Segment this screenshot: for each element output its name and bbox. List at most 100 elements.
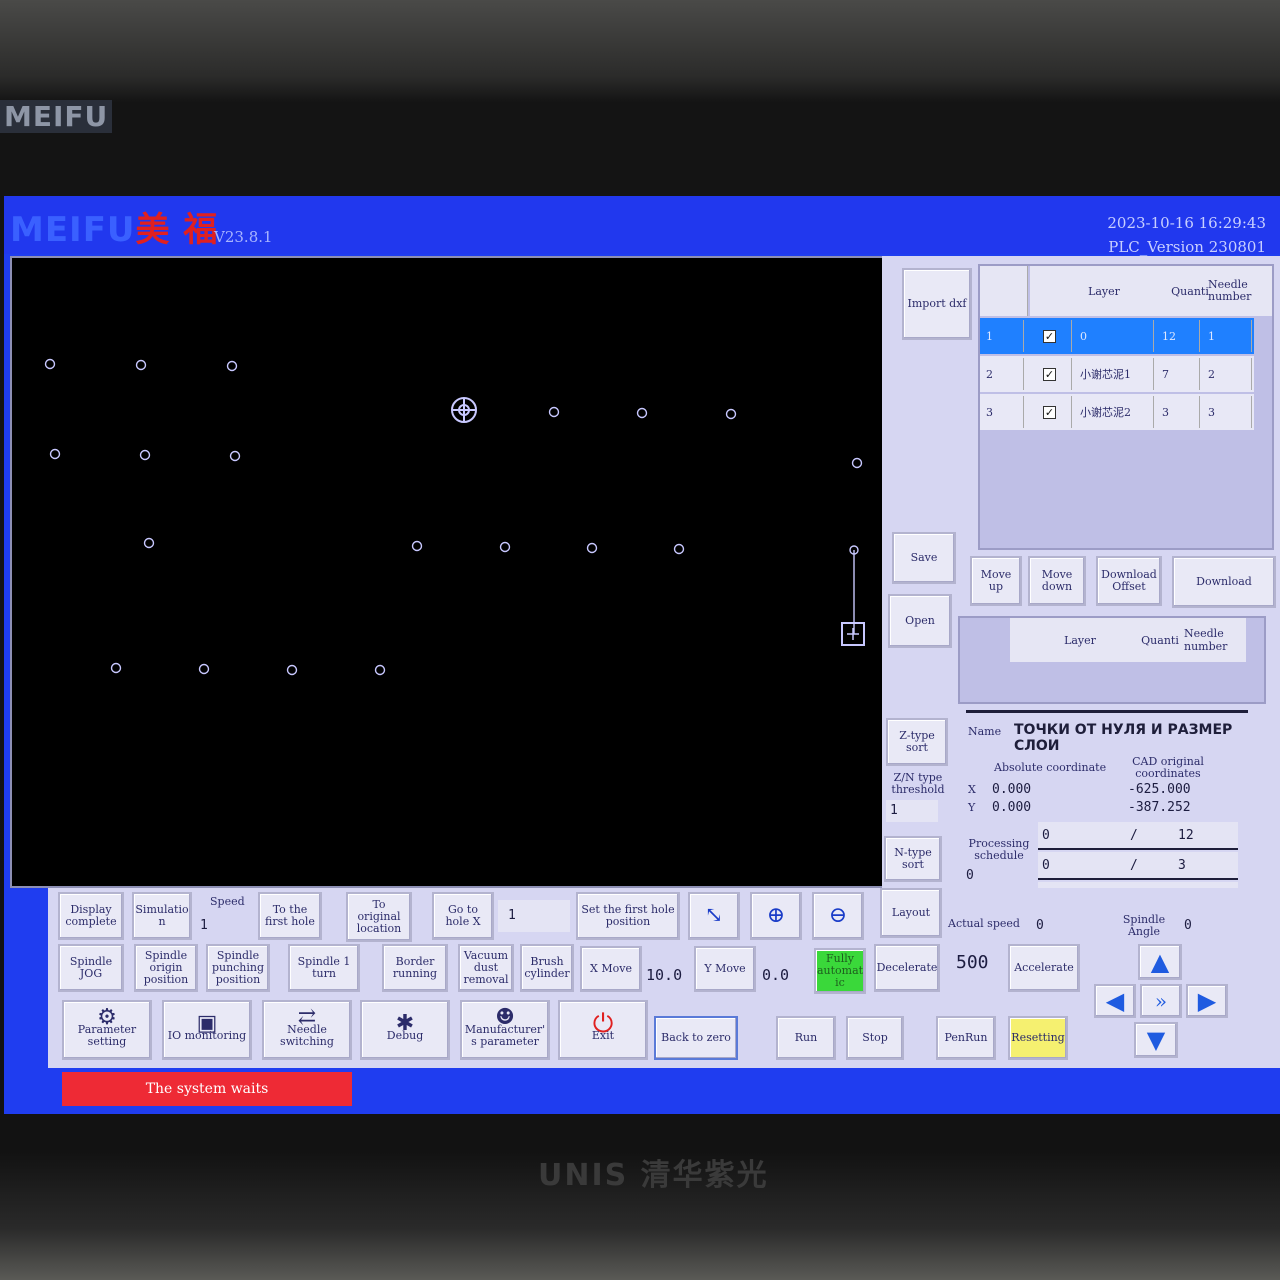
simulation-button[interactable]: Simulatio n: [132, 892, 192, 940]
manufacturer-parameter-button[interactable]: ☻ Manufacturer' s parameter: [460, 1000, 550, 1060]
row-needle: 1: [1202, 320, 1252, 352]
debug-button[interactable]: ✱ Debug: [360, 1000, 450, 1060]
hole-mark: [110, 662, 122, 674]
fully-automatic-button[interactable]: Fully automat ic: [814, 948, 866, 994]
row-layer-text: 小谢芯泥1: [1080, 368, 1131, 381]
zoom-in-icon[interactable]: ⊕: [750, 892, 802, 940]
spindle-turn-button[interactable]: Spindle 1 turn: [288, 944, 360, 992]
row-checkbox-text: ✓: [1043, 329, 1056, 343]
row-index-text: 2: [986, 367, 993, 381]
schedule-value: 0: [966, 868, 974, 883]
open-button[interactable]: Open: [888, 594, 952, 648]
hole-mark: [49, 448, 61, 460]
accelerate-button[interactable]: Accelerate: [1008, 944, 1080, 992]
brush-cylinder-button[interactable]: Brush cylinder: [520, 944, 574, 992]
run-button[interactable]: Run: [776, 1016, 836, 1060]
drawing-canvas[interactable]: [10, 256, 892, 888]
cad-coordinate-label: CAD original coordinates: [1132, 755, 1204, 780]
resetting-button[interactable]: Resetting: [1008, 1016, 1068, 1060]
row-checkbox[interactable]: ✓: [1028, 396, 1072, 428]
row-checkbox[interactable]: ✓: [1028, 358, 1072, 390]
dl-col-needle: Needle number: [1184, 618, 1246, 662]
vacuum-button[interactable]: Vacuum dust removal: [458, 944, 514, 992]
x-move-button[interactable]: X Move: [580, 946, 642, 992]
name-value: ТОЧКИ ОТ НУЛЯ И РАЗМЕР СЛОИ: [1014, 722, 1233, 754]
n-type-sort-button[interactable]: N-type sort: [884, 836, 942, 882]
layout-button[interactable]: Layout: [880, 888, 942, 938]
spindle-origin-button[interactable]: Spindle origin position: [134, 944, 198, 992]
hole-preview[interactable]: [12, 258, 890, 886]
monitor-brand: UNIS 清华紫光: [538, 1158, 769, 1193]
table-row[interactable]: 3 ✓ 小谢芯泥2 3 3: [980, 394, 1254, 430]
to-first-hole-button[interactable]: To the first hole: [258, 892, 322, 940]
y-move-button[interactable]: Y Move: [694, 946, 756, 992]
schedule-cell: 12: [1178, 828, 1194, 843]
row-index-text: 3: [986, 405, 993, 419]
row-checkbox-text: ✓: [1043, 367, 1056, 381]
schedule-label: Processing schedule: [968, 837, 1030, 862]
border-running-button[interactable]: Border running: [382, 944, 448, 992]
parameter-setting-button[interactable]: ⚙ Parameter setting: [62, 1000, 152, 1060]
arrow-down-icon[interactable]: ▼: [1134, 1022, 1178, 1058]
move-down-button[interactable]: Move down: [1028, 556, 1086, 606]
schedule-row: 0 / 3: [1038, 852, 1238, 880]
hole-mark: [226, 360, 238, 372]
origin-crosshair-icon: [451, 397, 477, 423]
back-to-zero-button[interactable]: Back to zero: [654, 1016, 738, 1060]
save-button[interactable]: Save: [892, 532, 956, 584]
import-dxf-button[interactable]: Import dxf: [902, 268, 972, 340]
divider: [966, 710, 1248, 713]
row-index: 3: [980, 396, 1024, 428]
actual-speed-value: 0: [1036, 918, 1044, 933]
row-needle-text: 2: [1208, 367, 1215, 381]
set-first-hole-button[interactable]: Set the first hole position: [576, 892, 680, 940]
spindle-angle-label: Spindle Angle: [1122, 913, 1166, 938]
hole-mark: [135, 359, 147, 371]
download-offset-button[interactable]: Download Offset: [1096, 556, 1162, 606]
hole-mark: [851, 457, 863, 469]
abs-x-value: 0.000: [992, 782, 1032, 797]
io-monitoring-button[interactable]: ▣ IO monitoring: [162, 1000, 252, 1060]
speed-value[interactable]: 1: [200, 918, 208, 933]
spindle-punching-button[interactable]: Spindle punching position: [206, 944, 270, 992]
row-layer: 小谢芯泥1: [1074, 358, 1154, 390]
row-checkbox[interactable]: ✓: [1028, 320, 1072, 352]
zn-threshold-label: Z/N type threshold: [891, 771, 945, 796]
display-complete-button[interactable]: Display complete: [58, 892, 124, 940]
debug-label: Debug: [386, 1029, 424, 1042]
table-row[interactable]: 2 ✓ 小谢芯泥1 7 2: [980, 356, 1254, 392]
x-move-value[interactable]: 10.0: [646, 966, 682, 984]
hmi-screen: MEIFU美 福 V23.8.1 2023-10-16 16:29:43 PLC…: [4, 196, 1280, 1114]
schedule-cell: 3: [1178, 858, 1186, 873]
datetime-label: 2023-10-16 16:29:43: [1107, 214, 1266, 232]
logo-cn: 美 福: [135, 210, 219, 250]
arrow-right-icon[interactable]: ▶: [1186, 984, 1228, 1018]
schedule-row: 0 / 12: [1038, 822, 1238, 850]
download-button[interactable]: Download: [1172, 556, 1276, 608]
row-quantity-text: 3: [1162, 405, 1169, 419]
zn-threshold-field[interactable]: 1: [886, 800, 938, 822]
z-type-sort-button[interactable]: Z-type sort: [886, 718, 948, 766]
speed-label: Speed: [210, 895, 245, 908]
pen-run-button[interactable]: PenRun: [936, 1016, 996, 1060]
go-to-hole-button[interactable]: Go to hole X: [432, 892, 494, 940]
needle-switching-button[interactable]: ⇄ Needle switching: [262, 1000, 352, 1060]
fast-forward-icon[interactable]: »: [1140, 984, 1182, 1018]
arrow-left-icon[interactable]: ◀: [1094, 984, 1136, 1018]
move-up-button[interactable]: Move up: [970, 556, 1022, 606]
to-original-location-button[interactable]: To original location: [346, 892, 412, 942]
decelerate-button[interactable]: Decelerate: [874, 944, 940, 992]
exit-button[interactable]: ⏻ Exit: [558, 1000, 648, 1060]
hole-number-field[interactable]: 1: [498, 900, 570, 932]
spindle-jog-button[interactable]: Spindle JOG: [58, 944, 124, 992]
arrow-up-icon[interactable]: ▲: [1138, 944, 1182, 980]
dl-col-layer: Layer: [1010, 618, 1150, 662]
zoom-out-icon[interactable]: ⊖: [812, 892, 864, 940]
fit-view-icon[interactable]: ⤡: [688, 892, 740, 940]
table-row[interactable]: 1 ✓ 0 12 1: [980, 318, 1254, 354]
schedule-cell: /: [1130, 858, 1138, 873]
row-needle: 2: [1202, 358, 1252, 390]
stop-button[interactable]: Stop: [846, 1016, 904, 1060]
bezel-brand: MEIFU: [0, 100, 113, 133]
y-move-value[interactable]: 0.0: [762, 966, 789, 984]
